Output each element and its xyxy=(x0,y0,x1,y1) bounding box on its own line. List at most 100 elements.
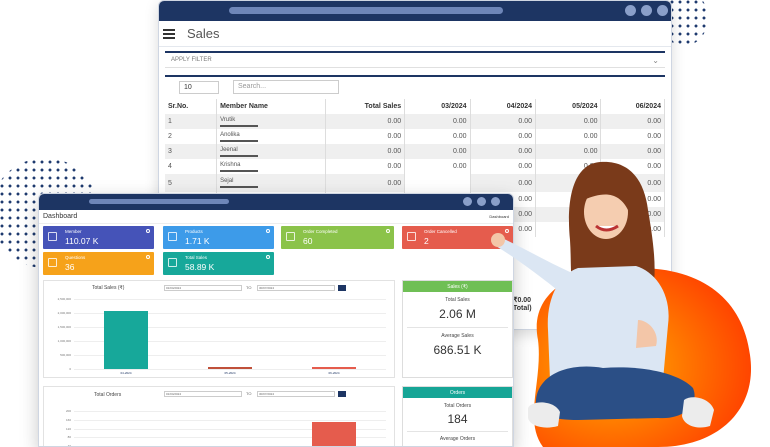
gridline xyxy=(74,411,386,412)
card-label: Total Sales xyxy=(185,255,208,260)
y-tick-label: 160 xyxy=(65,417,71,422)
cell-sr: 3 xyxy=(165,144,218,159)
card-value: 2 xyxy=(424,236,429,246)
stat-card-questions[interactable]: Questions 36 xyxy=(43,252,154,275)
window-button[interactable] xyxy=(463,197,472,206)
chart-bar[interactable] xyxy=(312,367,356,369)
table-row: 2 Anolika 0.00 0.00 0.00 0.00 0.00 xyxy=(165,129,665,144)
search-input[interactable]: Search... xyxy=(233,80,339,94)
y-tick-label: 500,000 xyxy=(60,353,71,357)
card-label: Questions xyxy=(65,255,86,260)
stat-card-total-sales[interactable]: Total Sales 58.89 K xyxy=(163,252,274,275)
card-value: 60 xyxy=(303,236,313,246)
orders-plot-area: 0408012016020004-202405-202406-2024 xyxy=(44,387,396,446)
column-header[interactable]: 06/2024 xyxy=(600,99,665,114)
cell-member: Anolika xyxy=(216,129,327,144)
info-icon[interactable] xyxy=(266,229,270,233)
y-tick-label: 200 xyxy=(65,409,71,413)
y-tick-label: 0 xyxy=(69,367,71,371)
cell-total: 0.00 xyxy=(325,114,406,129)
chart-bar[interactable] xyxy=(208,367,252,369)
column-header[interactable]: 05/2024 xyxy=(535,99,602,114)
page-title: Sales xyxy=(187,26,220,41)
woman-pointing-illustration xyxy=(491,161,752,447)
chevron-down-icon[interactable]: ⌄ xyxy=(652,56,659,65)
cell-month: 0.00 xyxy=(535,129,602,144)
card-label: Order Completed xyxy=(303,229,338,234)
y-tick-label: 120 xyxy=(65,426,71,431)
apply-filter-bar[interactable]: APPLY FILTER ⌄ xyxy=(165,51,665,68)
y-tick-label: 2,000,000 xyxy=(57,311,71,315)
total-sales-chart-panel: Total Sales (₹) 01/04/2024 TO 30/07/2024… xyxy=(43,280,395,378)
cell-total: 0.00 xyxy=(325,144,406,159)
card-label: Member xyxy=(65,229,82,234)
gridline xyxy=(74,419,386,421)
cell-month: 0.00 xyxy=(470,114,537,129)
chart-bar[interactable] xyxy=(104,311,148,369)
cell-total: 0.00 xyxy=(325,129,406,144)
sales-window-titlebar xyxy=(159,1,671,21)
cell-month: 0.00 xyxy=(600,129,665,144)
info-icon[interactable] xyxy=(146,255,150,259)
apply-filter-label: APPLY FILTER xyxy=(171,57,212,63)
window-button[interactable] xyxy=(641,5,652,16)
info-icon[interactable] xyxy=(386,229,390,233)
hamburger-menu-icon[interactable] xyxy=(163,27,175,41)
gridline xyxy=(74,369,386,370)
dashboard-title: Dashboard xyxy=(43,213,78,220)
column-header[interactable]: Member Name xyxy=(216,99,327,114)
stat-card-member[interactable]: Member 110.07 K xyxy=(43,226,154,249)
cell-member: Sejal xyxy=(216,174,327,192)
stat-card-products[interactable]: Products 1.71 K xyxy=(163,226,274,249)
window-button[interactable] xyxy=(625,5,636,16)
cell-month: 0.00 xyxy=(404,129,471,144)
cell-month: 0.00 xyxy=(404,114,471,129)
member-icon xyxy=(48,232,57,241)
titlebar-url-bar xyxy=(229,7,503,14)
cell-month: 0.00 xyxy=(404,144,471,159)
cell-month: 0.00 xyxy=(535,114,602,129)
cell-month: 0.00 xyxy=(600,114,665,129)
table-row: 1 Vrutik 0.00 0.00 0.00 0.00 0.00 xyxy=(165,114,665,129)
cell-month: 0.00 xyxy=(470,129,537,144)
card-value: 36 xyxy=(65,262,75,272)
dashboard-titlebar xyxy=(39,194,513,210)
y-tick-label: 1,500,000 xyxy=(57,325,71,329)
cell-member: Vrutik xyxy=(216,114,327,129)
cell-sr: 1 xyxy=(165,114,218,129)
window-button[interactable] xyxy=(657,5,668,16)
cell-sr: 5 xyxy=(165,174,218,192)
titlebar-url-bar xyxy=(89,199,229,204)
window-button[interactable] xyxy=(477,197,486,206)
column-header[interactable]: Total Sales xyxy=(325,99,406,114)
total-orders-chart-panel: Total Orders 01/04/2024 TO 30/07/2024 04… xyxy=(43,386,396,446)
card-value: 1.71 K xyxy=(185,236,210,246)
stat-card-order-completed[interactable]: Order Completed 60 xyxy=(281,226,394,249)
sales-plot-area: 0 500,000 1,000,000 1,500,000 2,000,000 2,500… xyxy=(44,281,396,379)
category-label: 06-2024 xyxy=(328,371,340,375)
cell-month xyxy=(404,174,471,192)
card-label: Order Cancelled xyxy=(424,229,457,234)
card-value: 58.89 K xyxy=(185,262,215,272)
column-header[interactable]: 04/2024 xyxy=(470,99,537,114)
info-icon[interactable] xyxy=(146,229,150,233)
cell-sr: 2 xyxy=(165,129,218,144)
sales-icon xyxy=(168,258,177,267)
cell-total: 0.00 xyxy=(325,159,406,174)
category-label: 05-2024 xyxy=(224,371,236,375)
card-value: 110.07 K xyxy=(65,236,99,246)
info-icon[interactable] xyxy=(266,255,270,259)
column-header[interactable]: Sr.No. xyxy=(165,99,218,114)
cart-icon xyxy=(286,232,295,241)
cell-month: 0.00 xyxy=(404,159,471,174)
y-tick-label: 1,000,000 xyxy=(57,339,71,343)
products-icon xyxy=(168,232,177,241)
chart-bar[interactable] xyxy=(312,422,356,446)
cart-cancel-icon xyxy=(407,232,416,241)
card-label: Products xyxy=(185,229,203,234)
column-header[interactable]: 03/2024 xyxy=(404,99,471,114)
page-length-select[interactable]: 10 xyxy=(179,81,219,94)
y-tick-label: 2,500,000 xyxy=(57,297,71,301)
cell-member: Jeenal xyxy=(216,144,327,159)
cell-total: 0.00 xyxy=(325,174,406,192)
